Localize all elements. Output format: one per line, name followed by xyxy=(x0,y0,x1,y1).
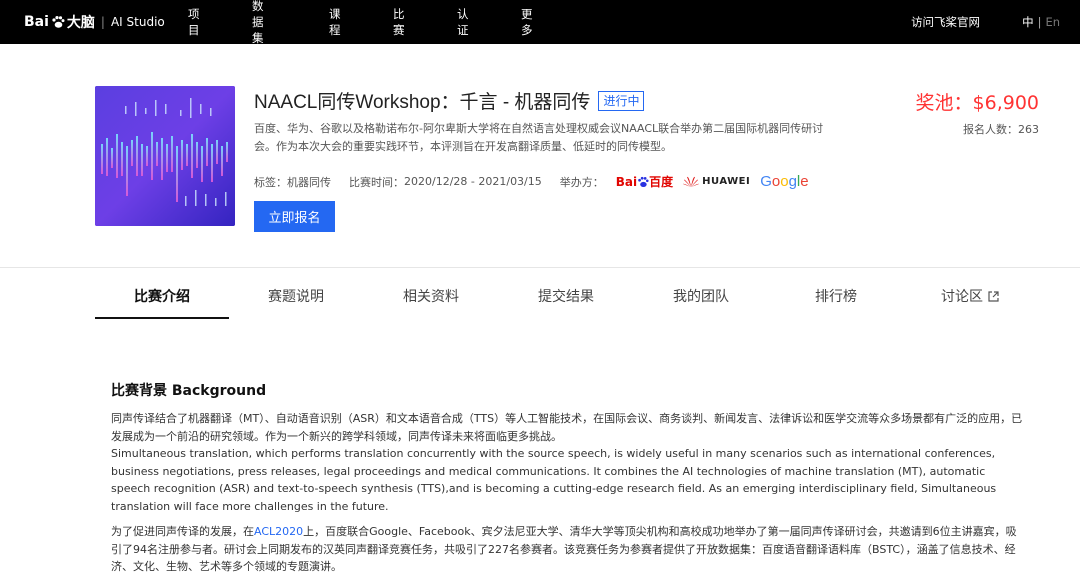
tab-submit-results[interactable]: 提交结果 xyxy=(538,286,594,306)
acl2020-link[interactable]: ACL2020 xyxy=(254,525,303,538)
tag-label: 标签： xyxy=(254,175,287,189)
prize-label: 奖池： xyxy=(915,92,973,114)
signups-label: 报名人数： xyxy=(963,123,1018,136)
baidu-paw-red-icon xyxy=(638,176,649,187)
tab-discussion[interactable]: 讨论区 xyxy=(941,286,1000,306)
baidu-paw-icon xyxy=(52,16,65,28)
top-nav-bar: Bai 大脑 | AI Studio 项目 数据集 课程 比赛 认证 更多 访问… xyxy=(0,0,1080,46)
nav-item-more[interactable]: 更多 xyxy=(521,6,533,38)
tab-leaderboard[interactable]: 排行榜 xyxy=(815,286,857,306)
baidu-brain-logo: Bai 大脑 xyxy=(24,14,95,31)
competition-title: NAACL同传Workshop：千言 - 机器同传 xyxy=(254,92,591,113)
nav-item-datasets[interactable]: 数据集 xyxy=(252,0,264,46)
lang-zh[interactable]: 中 xyxy=(1022,14,1034,30)
tab-resources[interactable]: 相关资料 xyxy=(403,286,459,306)
prize-value: $6,900 xyxy=(972,92,1039,114)
section-title: 比赛背景 Background xyxy=(111,383,267,399)
visit-paddle-link[interactable]: 访问飞桨官网 xyxy=(911,14,980,30)
competition-title-row: NAACL同传Workshop：千言 - 机器同传 进行中 xyxy=(254,87,645,114)
external-link-icon xyxy=(988,291,999,302)
lang-separator: | xyxy=(1037,15,1042,29)
competition-header: NAACL同传Workshop：千言 - 机器同传 进行中 百度、华为、谷歌以及… xyxy=(0,44,1080,268)
tag-value[interactable]: 机器同传 xyxy=(287,174,331,190)
time-label: 比赛时间： xyxy=(349,175,404,189)
background-paragraph-cn: 同声传译结合了机器翻译（MT）、自动语音识别（ASR）和文本语音合成（TTS）等… xyxy=(111,412,1023,443)
tab-introduction[interactable]: 比赛介绍 xyxy=(134,286,190,306)
competition-cover-image xyxy=(95,86,235,226)
google-logo: Google xyxy=(760,173,809,190)
nav-item-projects[interactable]: 项目 xyxy=(188,6,200,38)
competition-description: 百度、华为、谷歌以及格勒诺布尔-阿尔卑斯大学将在自然语言处理权威会议NAACL联… xyxy=(254,122,824,153)
organizer-label: 举办方： xyxy=(559,175,604,189)
soundwave-graphic xyxy=(95,86,235,226)
signup-button[interactable]: 立即报名 xyxy=(254,201,335,232)
status-badge: 进行中 xyxy=(598,90,645,111)
active-tab-indicator xyxy=(95,317,229,319)
brand-separator: | xyxy=(100,15,105,29)
baidu-logo: Bai 百度 xyxy=(615,174,674,190)
tab-content: 比赛背景 Background 同声传译结合了机器翻译（MT）、自动语音识别（A… xyxy=(111,380,1026,576)
nav-item-certification[interactable]: 认证 xyxy=(457,6,469,38)
tab-problem-description[interactable]: 赛题说明 xyxy=(268,286,324,306)
tab-my-team[interactable]: 我的团队 xyxy=(673,286,729,306)
huawei-logo: HUAWEI xyxy=(683,176,750,188)
huawei-petal-icon xyxy=(683,176,700,187)
lang-en[interactable]: En xyxy=(1045,15,1060,29)
prize-pool: 奖池：$6,900 xyxy=(916,88,1040,115)
background-paragraph-acl: 为了促进同声传译的发展，在ACL2020上，百度联合Google、Faceboo… xyxy=(111,525,1017,573)
background-paragraph-en: Simultaneous translation, which performs… xyxy=(111,447,997,513)
signup-count: 报名人数：263 xyxy=(963,121,1039,137)
nav-right: 访问飞桨官网 中 | En xyxy=(911,0,1060,44)
organizer-logos: Bai 百度 HUAWEI Google xyxy=(616,173,809,190)
nav-item-courses[interactable]: 课程 xyxy=(329,6,341,38)
brand[interactable]: Bai 大脑 | AI Studio xyxy=(24,0,165,44)
competition-meta: 标签： 机器同传 比赛时间： 2020/12/28 - 2021/03/15 举… xyxy=(254,173,809,190)
nav-item-competitions[interactable]: 比赛 xyxy=(393,6,405,38)
signups-value: 263 xyxy=(1018,123,1039,136)
brand-product-name: AI Studio xyxy=(110,15,165,29)
time-value: 2020/12/28 - 2021/03/15 xyxy=(404,175,542,188)
competition-tabs: 比赛介绍 赛题说明 相关资料 提交结果 我的团队 排行榜 讨论区 xyxy=(95,268,1035,320)
